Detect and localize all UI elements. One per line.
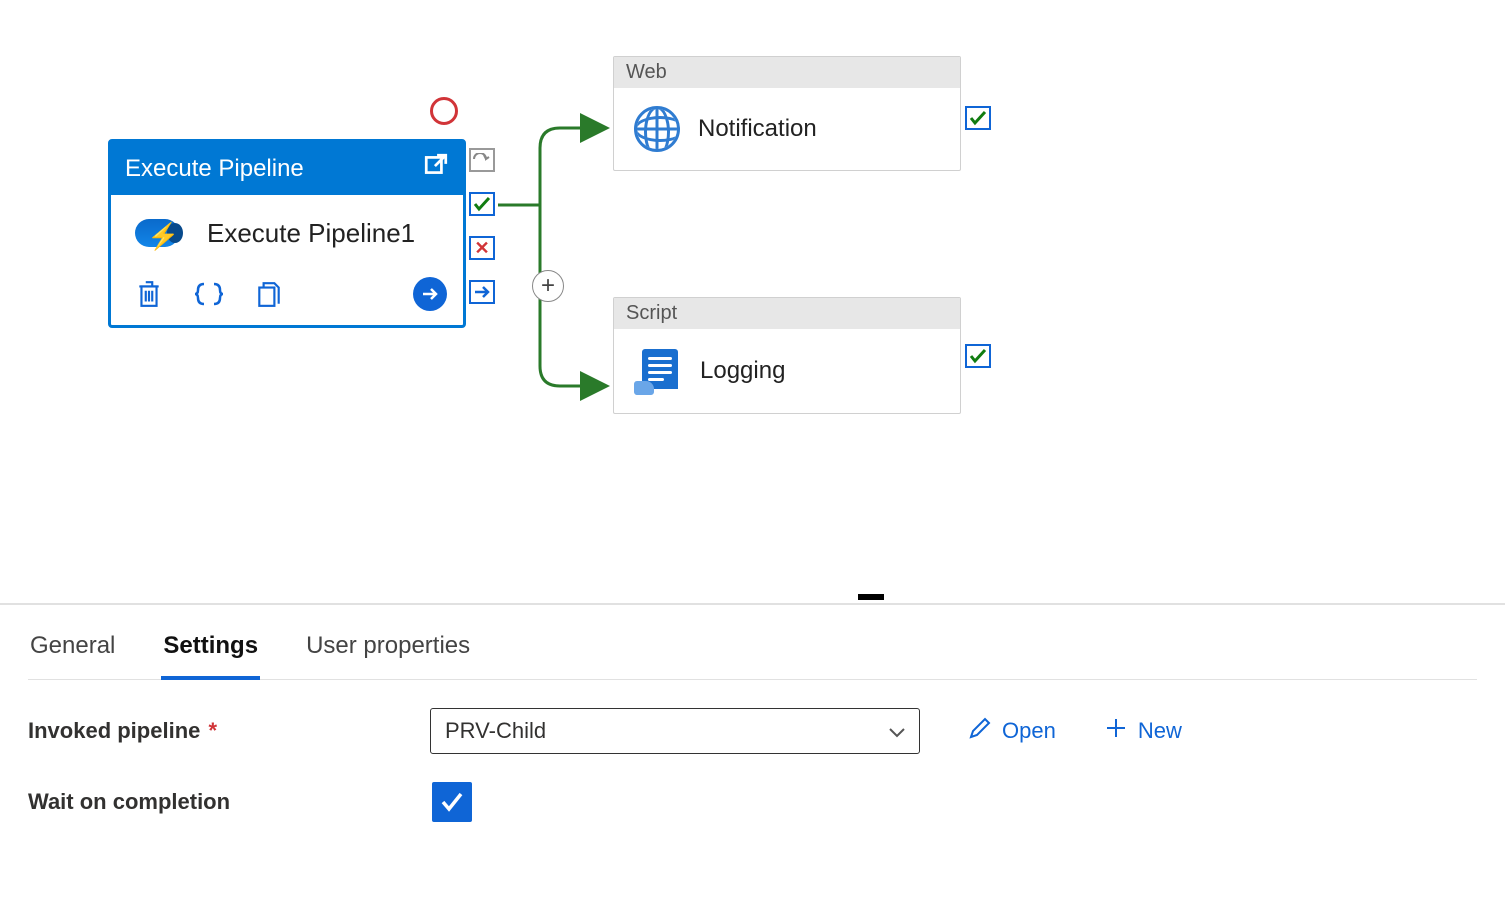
open-pipeline-button[interactable]: Open (968, 716, 1056, 746)
required-indicator: * (209, 718, 218, 743)
copy-button[interactable] (253, 278, 285, 310)
add-connector-button[interactable]: + (532, 270, 564, 302)
connector-failure[interactable]: ✕ (469, 236, 495, 260)
activity-execute-pipeline[interactable]: Execute Pipeline ⚡ Execute Pipeline1 (108, 139, 466, 328)
activity-type-label: Script (614, 298, 960, 329)
tab-general[interactable]: General (28, 618, 117, 679)
run-button[interactable] (413, 277, 447, 311)
web-icon (634, 106, 680, 152)
open-label: Open (1002, 718, 1056, 744)
open-external-icon[interactable] (423, 152, 449, 185)
pipeline-icon: ⚡ (131, 213, 189, 253)
wait-on-completion-checkbox[interactable] (432, 782, 472, 822)
invoked-pipeline-label: Invoked pipeline (28, 718, 200, 743)
select-value: PRV-Child (445, 718, 546, 744)
wait-on-completion-label: Wait on completion (28, 789, 230, 814)
wait-on-completion-row: Wait on completion (28, 782, 1477, 822)
delete-button[interactable] (133, 278, 165, 310)
invoked-pipeline-select[interactable]: PRV-Child (430, 708, 920, 754)
connector-success[interactable] (965, 344, 991, 368)
tab-settings[interactable]: Settings (161, 618, 260, 680)
plus-icon (1104, 716, 1128, 746)
properties-panel: General Settings User properties Invoked… (0, 606, 1505, 914)
new-pipeline-button[interactable]: New (1104, 716, 1182, 746)
connector-skip[interactable] (469, 148, 495, 172)
breakpoint-indicator[interactable] (430, 97, 458, 125)
activity-name: Execute Pipeline1 (207, 218, 415, 249)
script-icon (634, 347, 682, 395)
code-button[interactable] (193, 278, 225, 310)
invoked-pipeline-row: Invoked pipeline * PRV-Child Open New (28, 708, 1477, 754)
activity-name: Notification (698, 115, 817, 143)
tabs: General Settings User properties (28, 618, 1477, 680)
chevron-down-icon (889, 718, 905, 744)
new-label: New (1138, 718, 1182, 744)
activity-name: Logging (700, 357, 785, 385)
activity-header-label: Execute Pipeline (125, 155, 304, 183)
pencil-icon (968, 716, 992, 746)
panel-drag-handle[interactable] (858, 594, 884, 600)
connector-completion[interactable] (469, 280, 495, 304)
activity-script[interactable]: Script Logging (613, 297, 961, 414)
activity-web[interactable]: Web Notification (613, 56, 961, 171)
connector-success[interactable] (965, 106, 991, 130)
tab-user-properties[interactable]: User properties (304, 618, 472, 679)
activity-type-label: Web (614, 57, 960, 88)
connector-success[interactable] (469, 192, 495, 216)
panel-divider (0, 603, 1505, 605)
pipeline-canvas[interactable]: Execute Pipeline ⚡ Execute Pipeline1 (0, 0, 1505, 605)
